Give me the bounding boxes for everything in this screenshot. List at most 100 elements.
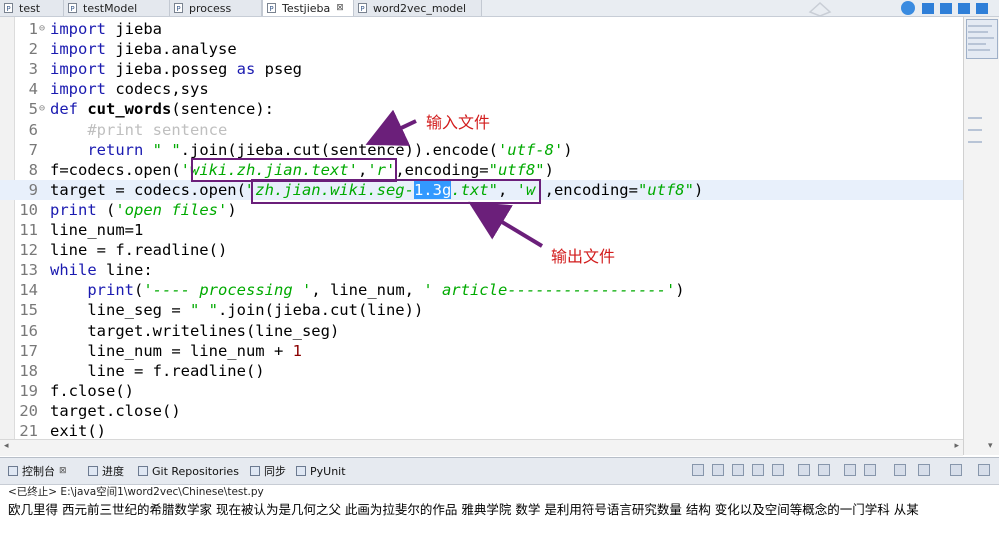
tab-testmodel[interactable]: P testModel	[64, 0, 170, 16]
tab-sync[interactable]: 同步	[250, 463, 286, 479]
display-console-icon[interactable]	[864, 464, 876, 476]
code-line[interactable]: 19 f.close()	[0, 381, 963, 401]
pin-console-icon[interactable]	[844, 464, 856, 476]
file-icon: P	[267, 3, 276, 13]
code-text: line_seg = " ".join(jieba.cut(line))	[50, 300, 423, 320]
tab-label: process	[189, 1, 232, 15]
view-menu-icon[interactable]	[918, 464, 930, 476]
tab-git-repositories[interactable]: Git Repositories	[138, 463, 239, 479]
console-empty-area	[0, 520, 999, 546]
remove-launch-icon[interactable]	[712, 464, 724, 476]
horizontal-scrollbar[interactable]: ◂ ▸	[0, 439, 963, 456]
code-line[interactable]: 12 line = f.readline()	[0, 240, 963, 260]
remove-all-icon[interactable]	[732, 464, 744, 476]
console-output: 欧几里得 西元前三世纪的希腊数学家 现在被认为是几何之父 此画为拉斐尔的作品 雅…	[8, 502, 919, 517]
overview-ruler[interactable]: ▾	[963, 17, 999, 455]
fold-toggle-icon[interactable]: ⊖	[39, 19, 45, 39]
scroll-left-arrow-icon[interactable]: ◂	[4, 441, 9, 451]
code-line[interactable]: 18 line = f.readline()	[0, 361, 963, 381]
code-text: print('---- processing ', line_num, ' ar…	[50, 280, 685, 300]
scroll-right-arrow-icon[interactable]: ▸	[954, 441, 959, 451]
code-line[interactable]: 11 line_num=1	[0, 220, 963, 240]
code-token: line = f.readline()	[50, 241, 228, 260]
code-token: line_num=1	[50, 221, 144, 239]
code-token: jieba	[106, 20, 162, 38]
code-line[interactable]: 21 exit()	[0, 421, 963, 439]
line-number: 11	[19, 221, 38, 239]
code-token: (	[134, 281, 144, 300]
code-token: (sentence):	[171, 100, 274, 119]
code-text: def cut_words(sentence):	[50, 99, 274, 119]
code-line[interactable]: 16 target.writelines(line_seg)	[0, 321, 963, 341]
code-line[interactable]: 13 while line:	[0, 260, 963, 280]
file-icon: P	[68, 3, 77, 13]
code-token: )	[227, 200, 237, 219]
code-line[interactable]: 3 import jieba.posseg as pseg	[0, 59, 963, 79]
overview-mark	[968, 43, 986, 45]
code-token: print	[50, 200, 97, 219]
scroll-lock-icon[interactable]	[798, 464, 810, 476]
line-number: 3	[28, 60, 38, 79]
code-editor[interactable]: 1 ⊖ import jieba 2 import jieba.analyse 3 impo…	[0, 17, 963, 439]
line-number: 15	[19, 301, 38, 320]
code-token: import	[50, 40, 106, 59]
code-token: exit()	[50, 422, 106, 439]
word-wrap-icon[interactable]	[818, 464, 830, 476]
debug-icon[interactable]	[752, 464, 764, 476]
overview-mark	[968, 49, 990, 51]
code-text: line = f.readline()	[50, 240, 227, 260]
terminate-icon[interactable]	[692, 464, 704, 476]
code-line[interactable]: 15 line_seg = " ".join(jieba.cut(line))	[0, 300, 963, 320]
fold-toggle-icon[interactable]: ⊖	[39, 99, 45, 119]
open-console-icon[interactable]	[894, 464, 906, 476]
code-token: )	[693, 180, 704, 199]
code-token: import	[50, 20, 106, 38]
tab-label: word2vec_model	[373, 1, 467, 15]
git-icon	[138, 466, 148, 476]
code-line[interactable]: 4 import codecs,sys	[0, 79, 963, 99]
code-line[interactable]: 14 print('---- processing ', line_num, '…	[0, 280, 963, 300]
overview-mark	[968, 129, 982, 131]
code-token: pseg	[255, 60, 302, 79]
code-token: .join(jieba.cut(line))	[217, 301, 424, 320]
output-file-highlight-box	[251, 179, 541, 204]
scroll-down-arrow-icon[interactable]: ▾	[988, 441, 993, 451]
tab-testjieba[interactable]: P Testjieba ⊠	[262, 0, 354, 16]
code-token: " "	[189, 301, 218, 320]
tab-test[interactable]: P test	[0, 0, 64, 16]
code-token: while	[50, 261, 97, 280]
code-line[interactable]: 20 target.close()	[0, 401, 963, 421]
code-text: return " ".join(jieba.cut(sentence)).enc…	[50, 140, 573, 160]
sync-icon	[250, 466, 260, 476]
tab-progress[interactable]: 进度	[88, 463, 124, 479]
tab-pyunit[interactable]: PyUnit	[296, 463, 346, 479]
close-icon[interactable]: ⊠	[336, 3, 344, 13]
code-line[interactable]: 7 return " ".join(jieba.cut(sentence)).e…	[0, 140, 963, 160]
code-line[interactable]: 17 line_num = line_num + 1	[0, 341, 963, 361]
code-line[interactable]: 2 import jieba.analyse	[0, 39, 963, 59]
input-file-label: 输入文件	[426, 113, 491, 132]
close-icon[interactable]: ⊠	[59, 466, 67, 476]
line-number: 20	[19, 401, 38, 420]
maximize-icon[interactable]	[978, 464, 990, 476]
code-token: cut_words	[87, 100, 172, 119]
tab-label: 控制台	[22, 465, 55, 478]
minimize-icon[interactable]	[950, 464, 962, 476]
tab-label: Git Repositories	[152, 464, 239, 478]
overview-mark	[968, 117, 982, 119]
code-text: print ('open files')	[50, 200, 237, 220]
code-line[interactable]: 1 ⊖ import jieba	[0, 19, 963, 39]
tab-label: testModel	[83, 1, 138, 15]
tab-word2vec-model[interactable]: P word2vec_model	[354, 0, 482, 16]
code-line[interactable]: 8 f=codecs.open('wiki.zh.jian.text','r',e…	[0, 160, 963, 180]
clear-console-icon[interactable]	[772, 464, 784, 476]
tab-console[interactable]: 控制台 ⊠	[8, 463, 67, 479]
line-number: 4	[28, 80, 38, 99]
code-token: )	[563, 140, 573, 159]
tab-process[interactable]: P process	[170, 0, 262, 16]
line-number: 6	[28, 120, 38, 139]
code-token: 'utf-8'	[497, 140, 564, 159]
code-token: )	[675, 281, 685, 300]
